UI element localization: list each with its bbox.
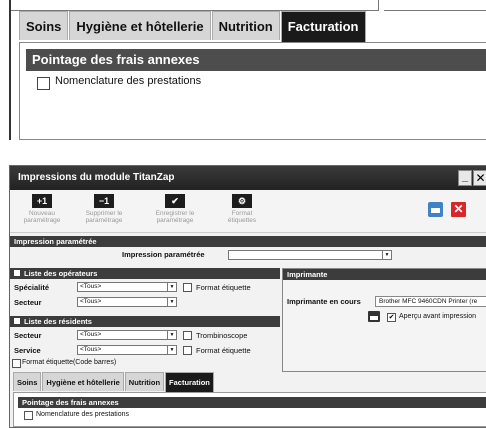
section-header-imprimante: Imprimante	[283, 269, 486, 280]
checkmark-icon: ✔	[165, 194, 185, 208]
apercu-checkbox[interactable]: ✔	[387, 313, 396, 322]
nomenclature-checkbox[interactable]	[24, 411, 33, 420]
nomenclature-label: Nomenclature des prestations	[36, 411, 129, 418]
toolbar-label: Supprimer le paramétrage	[85, 210, 123, 224]
printer-icon[interactable]	[368, 311, 380, 322]
specialite-label: Spécialité	[14, 283, 50, 292]
chevron-down-icon: ▼	[167, 331, 176, 339]
frame-line	[9, 0, 11, 140]
format-etiquette-label: Format étiquette	[196, 283, 251, 292]
nomenclature-label: Nomenclature des prestations	[55, 75, 202, 87]
toolbar-label: Enregistrer le paramétrage	[155, 210, 195, 224]
select-value: <Tous>	[80, 283, 102, 290]
specialite-select[interactable]: <Tous> ▼	[77, 282, 177, 292]
apercu-label: Aperçu avant impression	[399, 313, 477, 320]
frame-line	[378, 0, 379, 11]
format-code-barres-checkbox[interactable]	[12, 359, 21, 368]
impressions-window: Impressions du module TitanZap _ ✕ +1 No…	[9, 165, 486, 428]
tab-nutrition[interactable]: Nutrition	[211, 11, 280, 40]
cancel-button[interactable]: ✕	[451, 202, 466, 217]
select-value: <Tous>	[80, 298, 102, 305]
imprimante-panel: Imprimante Imprimante en cours Brother M…	[282, 268, 486, 372]
zoom-facturation-panel: Pointage des frais annexes Nomenclature …	[19, 42, 486, 140]
tab-hygiene-hotellerie[interactable]: Hygiène et hôtellerie	[42, 372, 124, 391]
section-header-operateurs: Liste des opérateurs	[10, 268, 280, 279]
window-title: Impressions du module TitanZap	[18, 172, 175, 183]
zoom-tab-bar: Soins Hygiène et hôtellerie Nutrition Fa…	[19, 11, 367, 42]
section-header-pointage: Pointage des frais annexes	[26, 49, 486, 71]
close-window-button[interactable]: ✕	[473, 170, 486, 186]
minus-one-icon: −1	[94, 194, 114, 208]
tab-facturation[interactable]: Facturation	[165, 372, 214, 392]
frame-line	[384, 10, 486, 11]
tab-bar: Soins Hygiène et hôtellerie Nutrition Fa…	[13, 372, 215, 392]
new-setting-button[interactable]: +1 Nouveau paramétrage	[12, 194, 72, 224]
chevron-down-icon: ▼	[167, 283, 176, 291]
secteur-residents-select[interactable]: <Tous> ▼	[77, 330, 177, 340]
toolbar-label: Format étiquettes	[227, 210, 257, 224]
impression-parametree-select[interactable]: ▼	[228, 250, 392, 260]
minimize-button[interactable]: _	[458, 170, 472, 186]
format-etiquette-label: Format étiquette	[196, 346, 251, 355]
label-format-button[interactable]: ⚙ Format étiquettes	[212, 194, 272, 224]
toolbar: +1 Nouveau paramétrage −1 Supprimer le par…	[10, 190, 486, 233]
select-value: <Tous>	[80, 331, 102, 338]
window-titlebar: Impressions du module TitanZap _ ✕	[10, 166, 486, 190]
save-setting-button[interactable]: ✔ Enregistrer le paramétrage	[145, 194, 205, 224]
impression-parametree-label: Impression paramétrée	[122, 250, 205, 259]
nomenclature-checkbox[interactable]	[37, 77, 50, 90]
plus-one-icon: +1	[32, 194, 52, 208]
toolbar-label: Nouveau paramétrage	[23, 210, 61, 224]
section-header-pointage: Pointage des frais annexes	[18, 397, 486, 408]
chevron-down-icon: ▼	[167, 346, 176, 354]
delete-setting-button[interactable]: −1 Supprimer le paramétrage	[74, 194, 134, 224]
chevron-down-icon: ▼	[167, 298, 176, 306]
tab-nutrition[interactable]: Nutrition	[124, 372, 165, 391]
tab-facturation[interactable]: Facturation	[280, 11, 366, 42]
print-button[interactable]	[428, 202, 443, 217]
format-code-barres-label: Format étiquette(Code barres)	[22, 359, 117, 366]
secteur-residents-label: Secteur	[14, 331, 42, 340]
imprimante-en-cours-field[interactable]: Brother MFC 9460CDN Printer (re	[375, 296, 486, 307]
trombinoscope-label: Trombinoscope	[196, 331, 248, 340]
operateurs-checkbox[interactable]	[14, 270, 20, 276]
chevron-down-icon: ▼	[382, 251, 391, 259]
residents-checkbox[interactable]	[14, 318, 20, 324]
imprimante-en-cours-label: Imprimante en cours	[287, 297, 361, 306]
service-select[interactable]: <Tous> ▼	[77, 345, 177, 355]
section-header-residents: Liste des résidents	[10, 316, 280, 327]
format-etiquette-operateurs-checkbox[interactable]	[183, 283, 192, 292]
trombinoscope-checkbox[interactable]	[183, 331, 192, 340]
select-value: <Tous>	[80, 346, 102, 353]
secteur-label: Secteur	[14, 298, 42, 307]
tab-hygiene-hotellerie[interactable]: Hygiène et hôtellerie	[69, 11, 211, 40]
tab-soins[interactable]: Soins	[13, 372, 42, 391]
service-label: Service	[14, 346, 41, 355]
tab-soins[interactable]: Soins	[19, 11, 69, 40]
gears-icon: ⚙	[232, 194, 252, 208]
format-etiquette-residents-checkbox[interactable]	[183, 346, 192, 355]
secteur-operateurs-select[interactable]: <Tous> ▼	[77, 297, 177, 307]
section-header-impression-parametree: Impression paramétrée	[10, 236, 486, 247]
facturation-panel: Pointage des frais annexes Nomenclature …	[13, 392, 486, 427]
